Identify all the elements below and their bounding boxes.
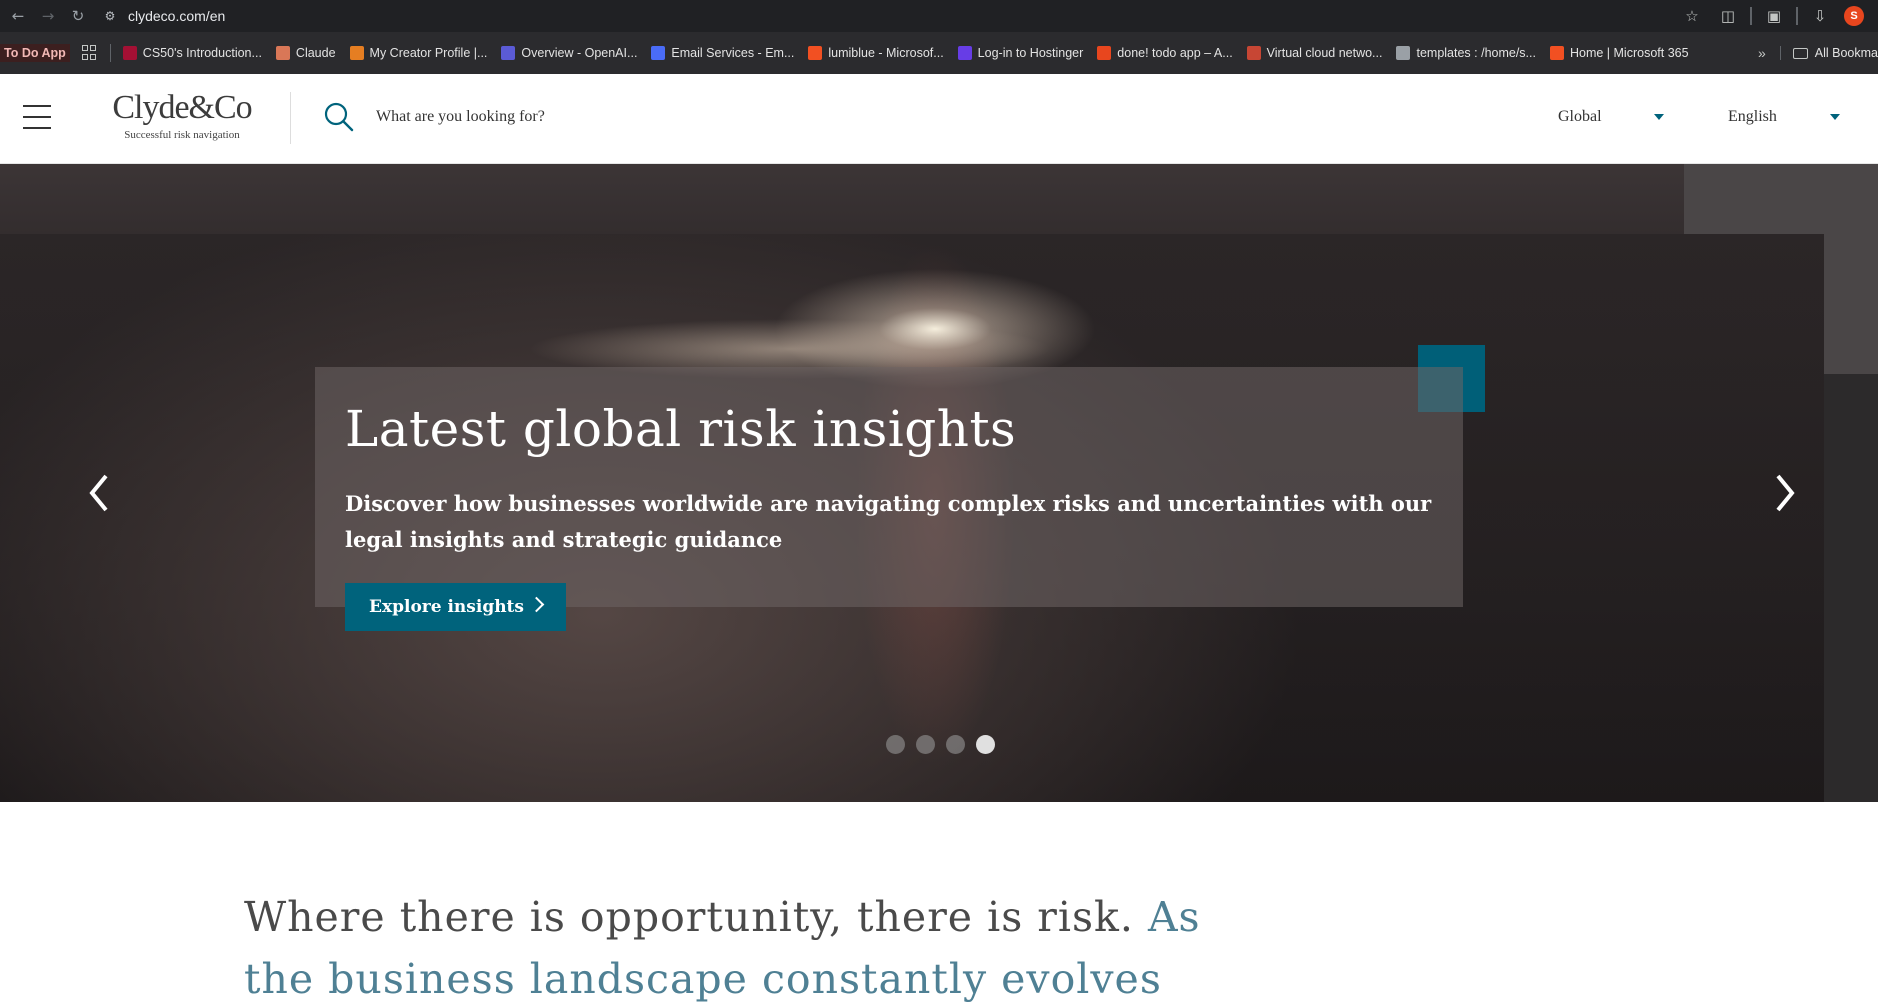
chevron-down-icon [1654, 114, 1664, 120]
done-app-icon [1097, 46, 1112, 60]
intro-heading: Where there is opportunity, there is ris… [244, 893, 1544, 941]
chevron-right-icon [1776, 474, 1795, 512]
bookmark-label: Claude [295, 46, 336, 60]
bookmark-label: Home | Microsoft 365 [1569, 46, 1689, 60]
bookmark-item[interactable]: Log-in to Hostinger [957, 46, 1084, 60]
bookmark-item[interactable]: lumiblue - Microsof... [808, 46, 944, 60]
chevron-left-icon [89, 474, 108, 512]
browser-toolbar: ← → ↻ ⚙ clydeco.com/en ☆ ◫ ▣ ⇩ S [0, 0, 1878, 32]
openai-icon [501, 46, 516, 60]
back-arrow-icon[interactable]: ← [6, 4, 30, 28]
bookmark-item[interactable]: CS50's Introduction... [122, 46, 262, 60]
download-icon[interactable]: ⇩ [1802, 0, 1838, 32]
bookmarks-bar: To Do App CS50's Introduction... Claude My… [0, 32, 1878, 74]
pythonanywhere-icon [1396, 46, 1411, 60]
header-divider [290, 92, 291, 144]
bookmark-item[interactable]: templates : /home/s... [1396, 46, 1536, 60]
extensions-icon[interactable]: ◫ [1710, 0, 1746, 32]
bookmark-item[interactable]: Email Services - Em... [651, 46, 794, 60]
reload-icon[interactable]: ↻ [66, 4, 90, 28]
claude-icon [275, 46, 290, 60]
all-bookmarks-folder[interactable]: All Bookma [1779, 46, 1878, 60]
language-select[interactable]: English [1728, 104, 1840, 130]
more-bookmarks-icon[interactable]: » [1758, 45, 1766, 61]
creator-icon [349, 46, 364, 60]
cs50-icon [122, 46, 137, 60]
tab-search-icon[interactable]: ▣ [1756, 0, 1792, 32]
bookmark-item[interactable]: Home | Microsoft 365 [1549, 46, 1689, 60]
language-value: English [1728, 108, 1777, 125]
bookmark-item[interactable]: To Do App [0, 44, 70, 62]
intro-heading-line2: the business landscape constantly evolve… [244, 955, 1162, 1003]
bookmark-label: Overview - OpenAI... [521, 46, 638, 60]
toolbar-divider [1796, 7, 1798, 25]
carousel-dot[interactable] [886, 735, 905, 754]
profile-avatar[interactable]: S [1844, 6, 1864, 26]
bookmark-divider [109, 44, 111, 62]
bookmark-label: Log-in to Hostinger [977, 46, 1084, 60]
carousel-dot[interactable] [946, 735, 965, 754]
address-bar[interactable]: ⚙ clydeco.com/en [100, 2, 1720, 30]
email-icon [651, 46, 666, 60]
bookmark-label: My Creator Profile |... [369, 46, 488, 60]
star-icon[interactable]: ☆ [1674, 0, 1710, 32]
intro-text-main: Where there is opportunity, there is ris… [244, 893, 1148, 941]
bookmark-item[interactable]: Overview - OpenAI... [501, 46, 637, 60]
microsoft-icon [808, 46, 823, 60]
search-icon[interactable] [323, 101, 355, 133]
apps-grid-icon[interactable] [81, 45, 98, 61]
logo[interactable]: Clyde&Co Successful risk navigation [104, 88, 260, 148]
hero-description: Discover how businesses worldwide are na… [345, 491, 1432, 552]
logo-wordmark: Clyde&Co [112, 89, 252, 126]
bookmark-item[interactable]: My Creator Profile |... [349, 46, 488, 60]
bookmark-item[interactable]: Virtual cloud netwo... [1246, 46, 1383, 60]
bookmark-label: lumiblue - Microsof... [828, 46, 944, 60]
explore-insights-button[interactable]: Explore insights [345, 583, 566, 631]
chevron-right-icon [528, 596, 545, 613]
carousel-prev-button[interactable] [80, 468, 120, 518]
site-header: Clyde&Co Successful risk navigation Glob… [0, 74, 1878, 164]
region-value: Global [1558, 108, 1602, 125]
forward-arrow-icon[interactable]: → [36, 4, 60, 28]
carousel-dots [886, 735, 995, 754]
bookmark-label: done! todo app – A... [1117, 46, 1233, 60]
cta-label: Explore insights [369, 597, 524, 617]
bookmark-item[interactable]: Claude [275, 46, 336, 60]
bookmark-label: Email Services - Em... [671, 46, 795, 60]
oracle-icon [1246, 46, 1261, 60]
bookmark-item[interactable]: done! todo app – A... [1097, 46, 1233, 60]
search-input[interactable] [376, 102, 936, 132]
folder-icon [1792, 47, 1808, 59]
microsoft365-icon [1549, 46, 1564, 60]
hero-title: Latest global risk insights [345, 400, 1017, 458]
bookmark-label: templates : /home/s... [1416, 46, 1536, 60]
logo-tagline: Successful risk navigation [124, 129, 240, 141]
toolbar-divider [1750, 7, 1752, 25]
carousel-next-button[interactable] [1764, 468, 1804, 518]
carousel-dot[interactable] [976, 735, 995, 754]
hero-top-strip [0, 164, 1684, 234]
region-select[interactable]: Global [1558, 104, 1664, 130]
chevron-down-icon [1830, 114, 1840, 120]
menu-icon[interactable] [23, 105, 51, 129]
url-text[interactable]: clydeco.com/en [128, 8, 225, 24]
intro-text-accent: As [1147, 893, 1201, 941]
carousel-dot[interactable] [916, 735, 935, 754]
bookmark-label: Virtual cloud netwo... [1266, 46, 1383, 60]
hostinger-icon [957, 46, 972, 60]
site-info-icon[interactable]: ⚙ [100, 6, 120, 26]
bookmark-label: CS50's Introduction... [142, 46, 262, 60]
